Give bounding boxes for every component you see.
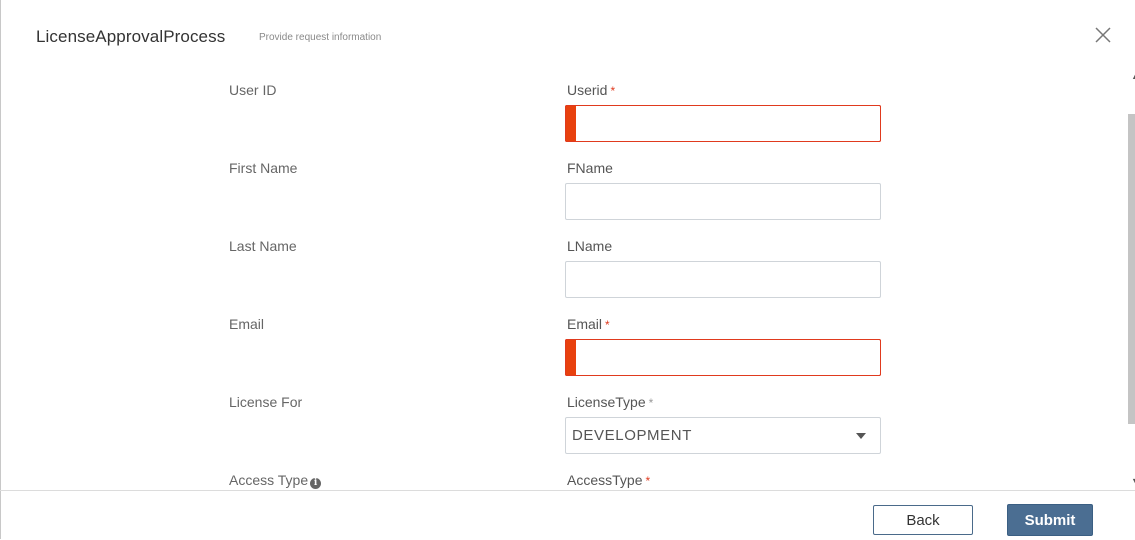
userid-field-label-text: Userid xyxy=(567,82,608,98)
scroll-down-arrow-icon[interactable]: ▼ xyxy=(1131,477,1135,486)
accesstype-field-label-text: AccessType xyxy=(567,472,643,488)
form-row-fname: First Name FName xyxy=(0,154,1125,232)
licensetype-selected-value: DEVELOPMENT xyxy=(572,427,692,444)
dialog-header: LicenseApprovalProcess Provide request i… xyxy=(0,0,1135,70)
chevron-down-icon xyxy=(856,433,866,439)
dialog-footer: Back Submit xyxy=(0,490,1135,540)
back-button[interactable]: Back xyxy=(873,505,973,535)
required-marker: * xyxy=(610,84,616,98)
license-for-label: License For xyxy=(229,394,303,410)
required-marker: * xyxy=(605,318,610,332)
scroll-up-arrow-icon[interactable]: ▲ xyxy=(1131,72,1135,81)
userid-label: User ID xyxy=(229,82,277,98)
lname-field-label: LName xyxy=(567,238,613,254)
form-row-userid: User ID Userid * xyxy=(0,76,1125,154)
access-type-label: Access Type i xyxy=(229,472,322,489)
info-icon[interactable]: i xyxy=(310,478,322,489)
email-field-label: Email * xyxy=(567,316,610,332)
dialog-title: LicenseApprovalProcess xyxy=(36,27,226,46)
email-label: Email xyxy=(229,316,265,332)
lname-input[interactable] xyxy=(565,261,881,298)
close-icon[interactable] xyxy=(1092,24,1114,46)
licensetype-field-label-text: LicenseType xyxy=(567,394,646,410)
licensetype-field-label: LicenseType * xyxy=(567,394,653,410)
form-row-lname: Last Name LName xyxy=(0,232,1125,310)
form-body: User ID Userid * First Name FName Last Na… xyxy=(0,70,1125,490)
form-row-email: Email Email * xyxy=(0,310,1125,388)
first-name-label: First Name xyxy=(229,160,298,176)
required-marker: * xyxy=(645,474,651,488)
submit-button[interactable]: Submit xyxy=(1007,504,1093,536)
userid-input[interactable] xyxy=(565,105,881,142)
required-marker: * xyxy=(648,396,654,410)
form-row-license: License For LicenseType * DEVELOPMENT xyxy=(0,388,1125,466)
access-type-label-text: Access Type xyxy=(229,472,309,488)
scrollbar-thumb[interactable] xyxy=(1128,114,1135,424)
form-row-access: Access Type i AccessType * xyxy=(0,466,1125,490)
userid-field-label: Userid * xyxy=(567,82,615,98)
email-field-label-text: Email xyxy=(567,316,603,332)
licensetype-select[interactable]: DEVELOPMENT xyxy=(565,417,881,454)
last-name-label: Last Name xyxy=(229,238,297,254)
fname-input[interactable] xyxy=(565,183,881,220)
fname-field-label: FName xyxy=(567,160,613,176)
accesstype-field-label: AccessType * xyxy=(567,472,650,488)
dialog-subtitle: Provide request information xyxy=(259,32,382,43)
email-input[interactable] xyxy=(565,339,881,376)
